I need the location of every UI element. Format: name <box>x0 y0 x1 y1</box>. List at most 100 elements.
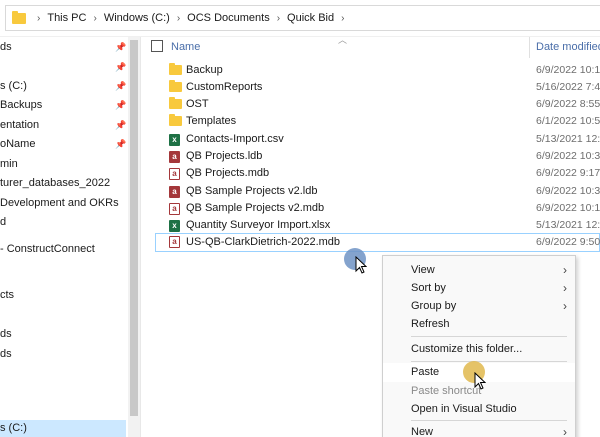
file-name: CustomReports <box>186 81 263 93</box>
pane-divider[interactable] <box>140 37 141 437</box>
folder-icon <box>169 97 182 109</box>
file-name: Contacts-Import.csv <box>186 133 284 145</box>
folder-icon <box>169 114 182 126</box>
breadcrumb-quick-bid[interactable]: Quick Bid <box>287 12 334 24</box>
file-name: Backup <box>186 64 223 76</box>
chevron-right-icon[interactable]: › <box>341 13 344 24</box>
pin-icon: 📌 <box>115 100 127 110</box>
pin-icon: 📌 <box>115 120 127 130</box>
chevron-right-icon[interactable]: › <box>37 13 40 24</box>
pin-icon: 📌 <box>115 81 127 91</box>
menu-item-label: Customize this folder... <box>411 343 523 355</box>
nav-item-d[interactable]: d <box>0 212 6 232</box>
file-date: 6/9/2022 9:17 A <box>536 167 600 179</box>
nav-item-windows-c[interactable]: s (C:) <box>0 76 27 96</box>
file-row[interactable]: x Contacts-Import.csv 5/13/2021 12:07 <box>155 131 600 149</box>
menu-item-sort-by[interactable]: Sort by › <box>383 279 575 297</box>
file-row[interactable]: a QB Sample Projects v2.ldb 6/9/2022 10:… <box>155 183 600 201</box>
menu-item-label: Sort by <box>411 282 446 294</box>
folder-icon <box>169 63 182 75</box>
chevron-right-icon: › <box>563 263 567 277</box>
chevron-right-icon: › <box>563 299 567 313</box>
file-row[interactable]: a QB Projects.mdb 6/9/2022 9:17 A <box>155 165 600 183</box>
menu-item-label: Group by <box>411 300 457 312</box>
menu-item-label: Refresh <box>411 318 450 330</box>
nav-item-development-okrs[interactable]: Development and OKRs <box>0 193 119 213</box>
column-name[interactable]: Name <box>171 41 200 53</box>
file-date: 6/1/2022 10:56 <box>536 115 600 127</box>
file-row[interactable]: Templates 6/1/2022 10:56 <box>155 113 600 131</box>
pin-icon: 📌 <box>115 139 127 149</box>
file-row-selected[interactable]: a US-QB-ClarkDietrich-2022.mdb 6/9/2022 … <box>155 233 600 252</box>
nav-item-downloads[interactable]: ds <box>0 37 12 57</box>
file-date: 6/9/2022 10:35 <box>536 150 600 162</box>
file-row[interactable]: a QB Projects.ldb 6/9/2022 10:35 <box>155 148 600 166</box>
menu-item-label: Paste shortcut <box>411 385 482 397</box>
nav-item-admin[interactable]: min <box>0 154 18 174</box>
column-header: Name ︿ Date modified <box>141 35 600 58</box>
file-date: 5/13/2021 12:07 <box>536 219 600 231</box>
nav-item-constructconnect[interactable]: - ConstructConnect <box>0 239 95 259</box>
file-date: 6/9/2022 9:50 A <box>536 236 600 248</box>
nav-item-downloads-3[interactable]: ds <box>0 344 12 364</box>
access-lock-icon: a <box>169 151 180 163</box>
breadcrumb-windows-c[interactable]: Windows (C:) <box>104 12 170 24</box>
menu-separator <box>411 420 567 421</box>
nav-item-backups[interactable]: Backups <box>0 95 42 115</box>
address-box[interactable]: › This PC › Windows (C:) › OCS Documents… <box>5 5 600 31</box>
column-date-modified[interactable]: Date modified <box>536 41 600 53</box>
file-date: 6/9/2022 10:11 <box>536 202 600 214</box>
nav-item-oname[interactable]: oName <box>0 134 35 154</box>
mouse-cursor-icon <box>355 256 367 274</box>
breadcrumb: › This PC › Windows (C:) › OCS Documents… <box>12 6 351 30</box>
file-explorer-window: › This PC › Windows (C:) › OCS Documents… <box>0 0 600 437</box>
nav-item-downloads-2[interactable]: ds <box>0 324 12 344</box>
navigation-pane: ds 📌 📌 s (C:) 📌 Backups 📌 entation 📌 oNa… <box>0 37 128 437</box>
pin-icon: 📌 <box>115 42 127 52</box>
chevron-right-icon[interactable]: › <box>93 13 96 24</box>
chevron-right-icon: › <box>563 281 567 295</box>
nav-scrollbar-thumb[interactable] <box>130 40 138 416</box>
file-name: OST <box>186 98 209 110</box>
column-divider[interactable] <box>529 37 530 58</box>
menu-separator <box>411 361 567 362</box>
menu-item-view[interactable]: View › <box>383 261 575 279</box>
nav-item-objects[interactable]: cts <box>0 285 14 305</box>
folder-icon <box>12 10 26 24</box>
menu-item-label: New <box>411 426 434 437</box>
mouse-cursor-icon <box>474 372 486 390</box>
excel-icon: x <box>169 220 180 232</box>
file-date: 5/16/2022 7:45 <box>536 81 600 93</box>
file-date: 6/9/2022 8:55 A <box>536 98 600 110</box>
breadcrumb-this-pc[interactable]: This PC <box>47 12 86 24</box>
select-all-checkbox[interactable] <box>151 40 163 52</box>
file-name: Templates <box>186 115 237 127</box>
file-row[interactable]: CustomReports 5/16/2022 7:45 <box>155 79 600 97</box>
access-lock-icon: a <box>169 186 180 198</box>
breadcrumb-ocs-documents[interactable]: OCS Documents <box>187 12 270 24</box>
file-row[interactable]: OST 6/9/2022 8:55 A <box>155 96 600 114</box>
nav-item-documentation[interactable]: entation <box>0 115 39 135</box>
address-bar: › This PC › Windows (C:) › OCS Documents… <box>0 0 600 37</box>
file-row[interactable]: Backup 6/9/2022 10:10 <box>155 62 600 80</box>
file-name: QB Projects.ldb <box>186 150 263 162</box>
menu-item-open-visual-studio[interactable]: Open in Visual Studio <box>383 400 575 418</box>
menu-item-group-by[interactable]: Group by › <box>383 297 575 315</box>
access-icon: a <box>169 168 180 180</box>
pin-icon: 📌 <box>115 62 127 72</box>
menu-item-new[interactable]: New › <box>383 423 575 437</box>
nav-scrollbar[interactable] <box>128 37 140 437</box>
file-date: 5/13/2021 12:07 <box>536 133 600 145</box>
menu-item-label: View <box>411 264 435 276</box>
file-row[interactable]: a QB Sample Projects v2.mdb 6/9/2022 10:… <box>155 200 600 218</box>
access-icon: a <box>169 236 180 248</box>
menu-item-label: Paste <box>411 366 440 378</box>
chevron-right-icon[interactable]: › <box>177 13 180 24</box>
menu-item-refresh[interactable]: Refresh <box>383 315 575 333</box>
nav-item-windows-c-selected[interactable]: s (C:) <box>0 418 27 437</box>
chevron-right-icon: › <box>563 425 567 437</box>
nav-item-manufacturer-databases[interactable]: turer_databases_2022 <box>0 173 110 193</box>
menu-item-customize-folder[interactable]: Customize this folder... <box>383 340 575 358</box>
chevron-right-icon[interactable]: › <box>277 13 280 24</box>
sort-ascending-icon: ︿ <box>338 35 348 45</box>
